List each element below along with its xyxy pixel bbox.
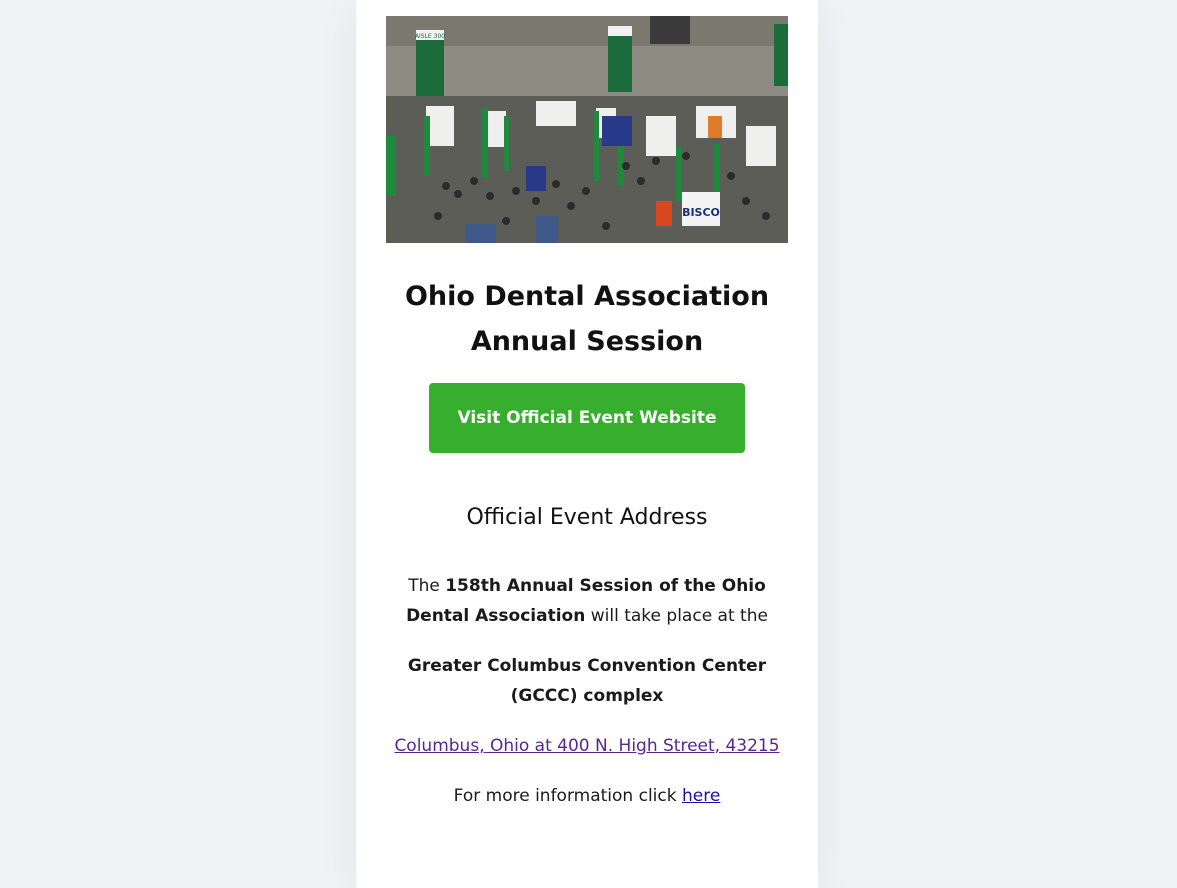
columbus-eats-banner [650, 16, 690, 44]
more-info-prefix: For more information click [453, 786, 682, 806]
location-line: Columbus, Ohio at 400 N. High Street, 43… [380, 731, 794, 761]
more-info-line: For more information click here [380, 781, 794, 811]
aisle-sign-200 [608, 26, 632, 92]
aisle-sign-300: AISLE 300 [415, 30, 445, 96]
aisle-300-label: AISLE 300 [415, 33, 445, 40]
bisco-label: BISCO [682, 206, 720, 219]
event-title: Ohio Dental Association Annual Session [356, 274, 818, 364]
event-title-line2: Annual Session [470, 326, 704, 357]
event-title-line1: Ohio Dental Association [404, 281, 770, 312]
venue-name: Greater Columbus Convention Center (GCCC… [407, 656, 767, 706]
visit-website-button-label: Visit Official Event Website [457, 408, 717, 428]
hero-image: AISLE 300 BISCO [386, 16, 788, 243]
intro-suffix: will take place at the [585, 606, 768, 626]
address-heading: Official Event Address [466, 505, 708, 530]
event-card: AISLE 300 BISCO Ohio Dental Association … [356, 0, 818, 888]
bisco-booth-sign: BISCO [682, 192, 720, 226]
visit-website-button[interactable]: Visit Official Event Website [429, 383, 745, 453]
intro-prefix: The [408, 576, 446, 596]
more-info-link[interactable]: here [682, 786, 720, 806]
session-intro: The 158th Annual Session of the Ohio Den… [380, 571, 794, 631]
location-link[interactable]: Columbus, Ohio at 400 N. High Street, 43… [394, 736, 779, 756]
aisle-sign-100 [774, 24, 788, 86]
